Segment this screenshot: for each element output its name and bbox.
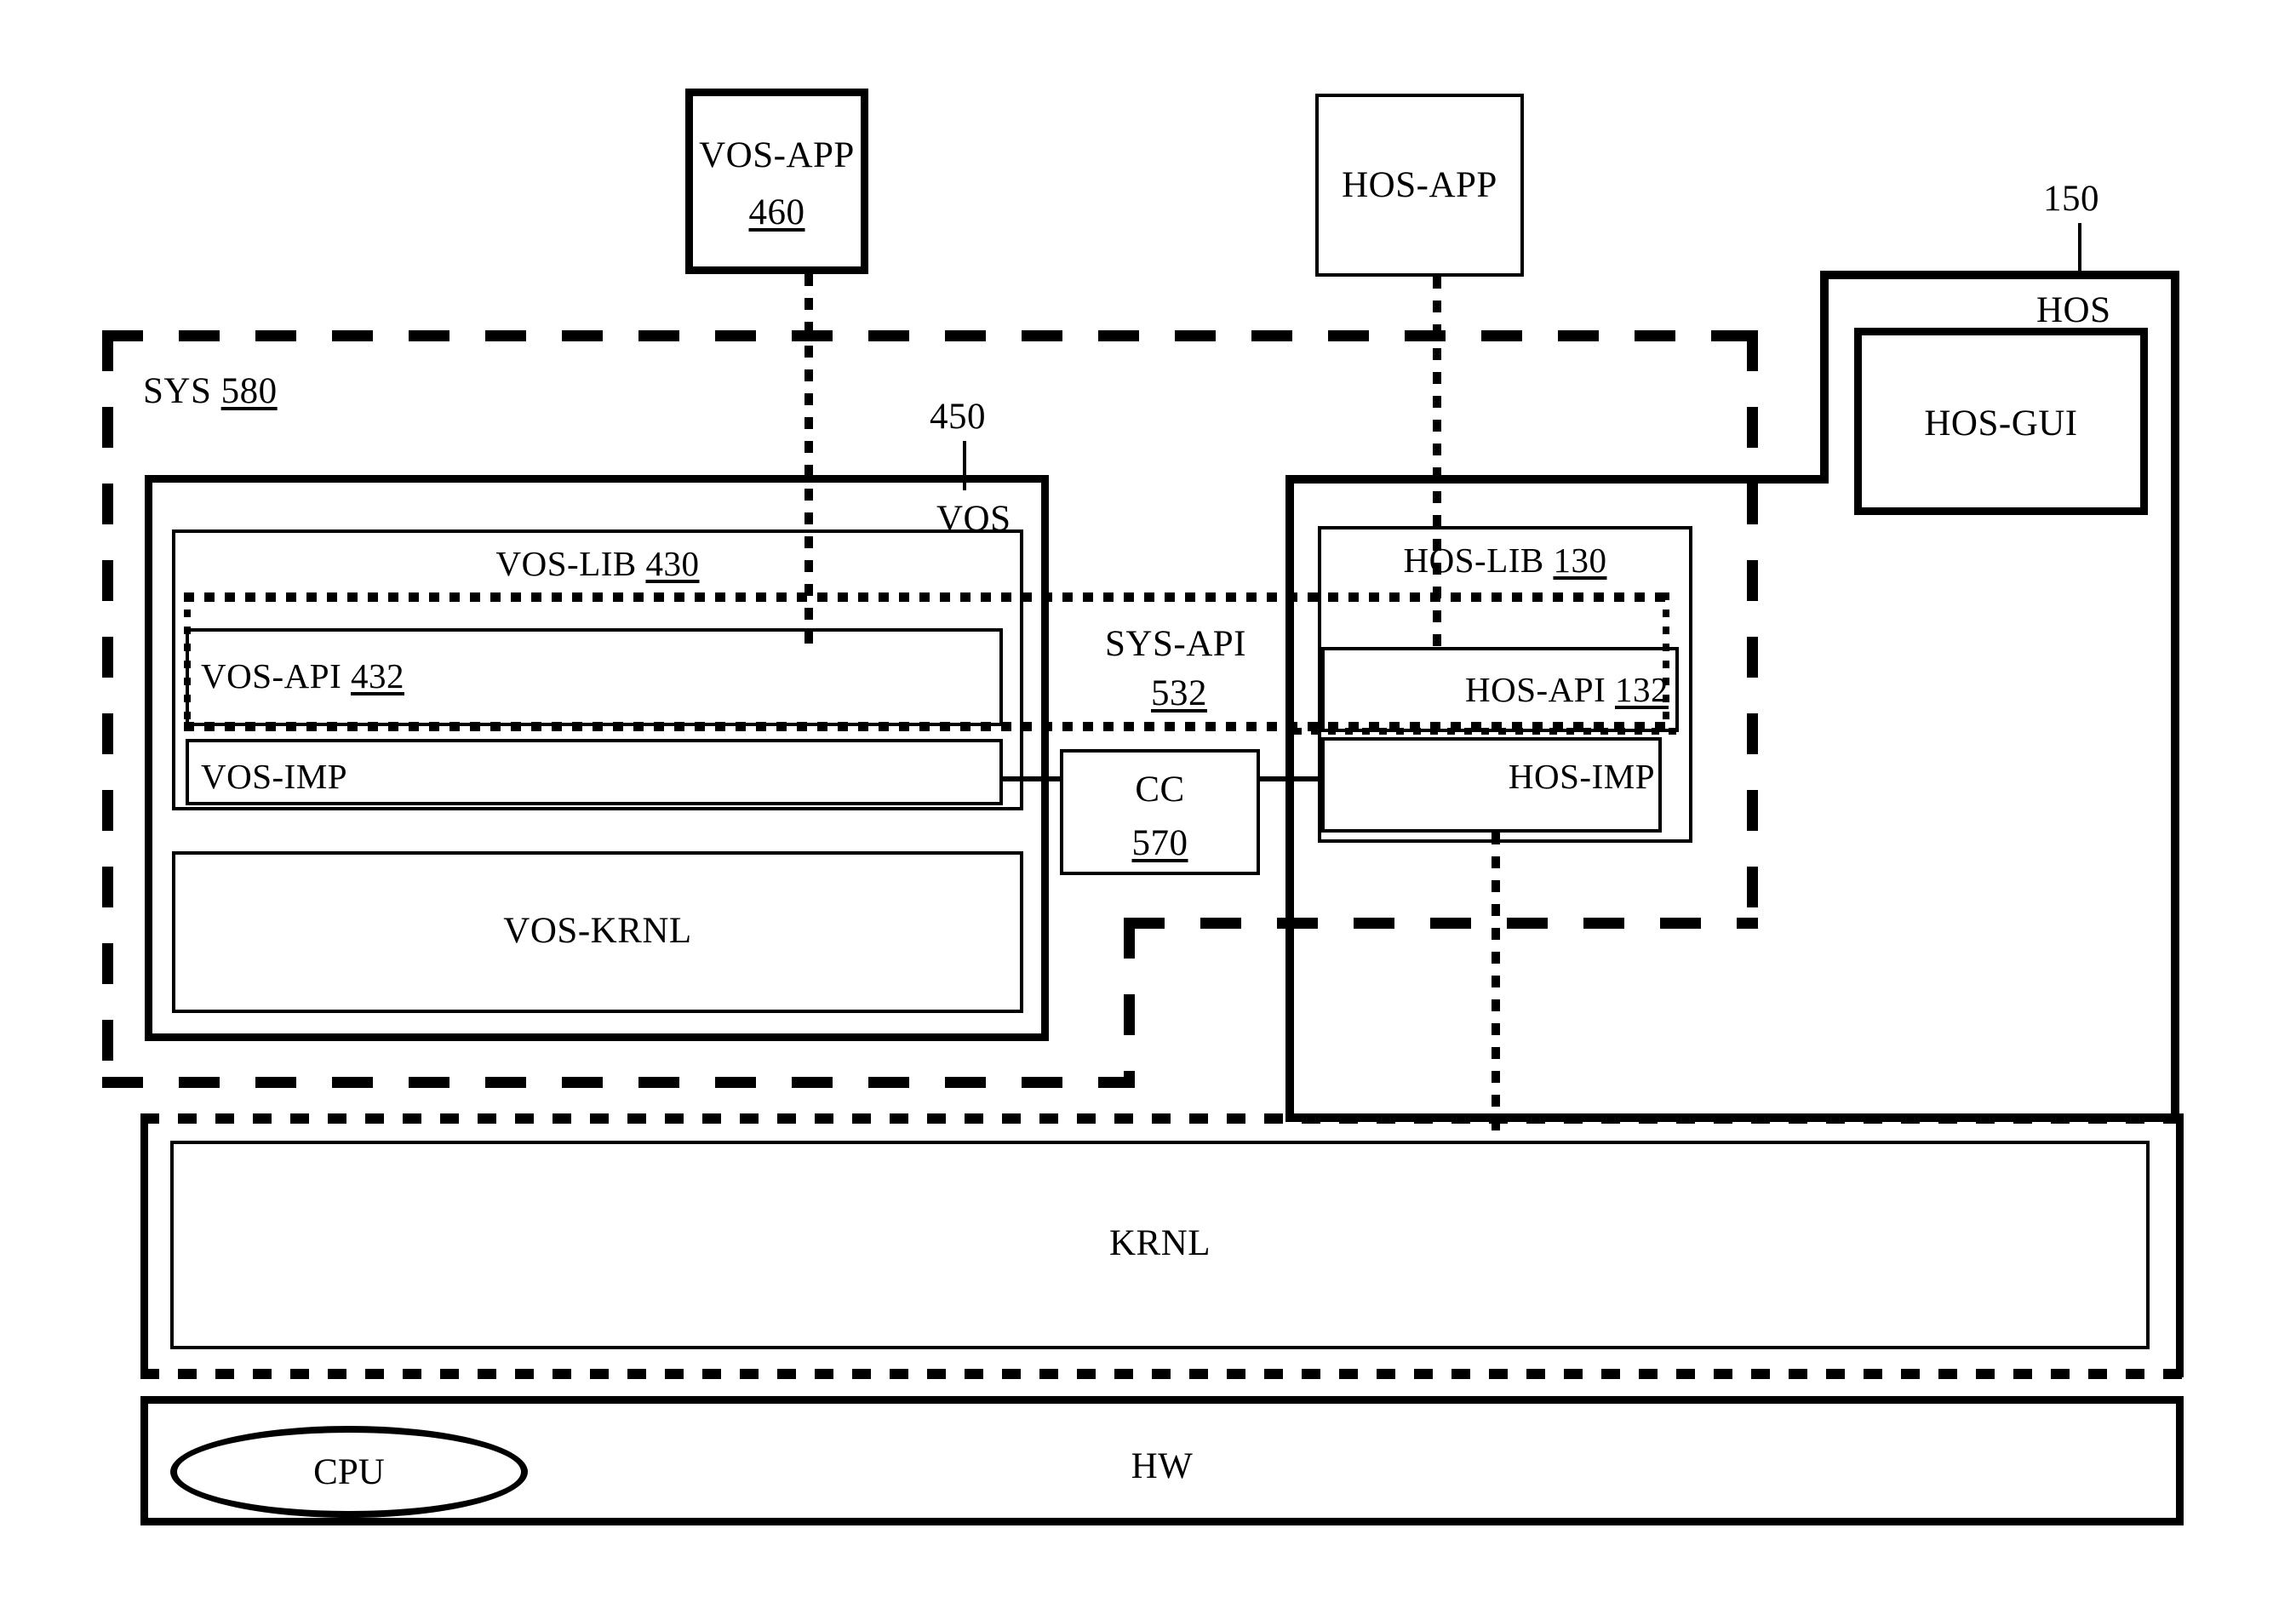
cc-to-hos-imp-connector bbox=[1258, 776, 1318, 781]
hos-outline-right bbox=[2171, 271, 2179, 1122]
vos-imp-label: VOS-IMP bbox=[201, 757, 348, 796]
hos-ref-leader-line bbox=[2078, 223, 2081, 274]
vos-lib-ref: 430 bbox=[645, 544, 700, 583]
hos-label: HOS bbox=[2036, 290, 2111, 330]
vos-lib-label: VOS-LIB 430 bbox=[175, 547, 1020, 581]
vos-api-box: VOS-API 432 bbox=[186, 628, 1003, 726]
hos-outline-left-upper bbox=[1820, 271, 1829, 484]
hos-ref-150: 150 bbox=[2043, 179, 2099, 219]
sys-label: SYS 580 bbox=[143, 373, 278, 409]
hos-api-imp-separator-dotted bbox=[1294, 728, 1677, 735]
sys-boundary-step-vertical bbox=[1124, 918, 1135, 1088]
sys-boundary-bottom bbox=[102, 1077, 1135, 1088]
cc-ref: 570 bbox=[1131, 823, 1188, 863]
hos-gui-box: HOS-GUI bbox=[1854, 328, 2148, 515]
cpu-label: CPU bbox=[313, 1451, 385, 1492]
cc-box: CC 570 bbox=[1060, 749, 1260, 875]
sys-boundary-left bbox=[102, 330, 113, 1088]
hos-api-ref: 132 bbox=[1615, 670, 1669, 709]
vos-api-label: VOS-API 432 bbox=[201, 659, 404, 694]
vos-imp-box: VOS-IMP bbox=[186, 739, 1003, 805]
sys-api-ref: 532 bbox=[1151, 673, 1207, 713]
vos-krnl-box: VOS-KRNL bbox=[172, 851, 1023, 1013]
hos-imp-box: HOS-IMP bbox=[1321, 737, 1662, 833]
hos-lib-label: HOS-LIB 130 bbox=[1321, 543, 1689, 578]
cc-label: CC bbox=[1135, 770, 1185, 810]
hos-outline-top bbox=[1820, 271, 2179, 279]
hos-lib-ref: 130 bbox=[1553, 541, 1607, 580]
sys-api-label: SYS-API bbox=[1105, 624, 1246, 664]
hos-imp-label: HOS-IMP bbox=[1508, 757, 1655, 796]
vos-lib-label-text: VOS-LIB bbox=[495, 544, 637, 583]
hos-api-label-text: HOS-API bbox=[1465, 670, 1606, 709]
hos-outline-left-lower bbox=[1285, 475, 1294, 1122]
cpu-ellipse: CPU bbox=[170, 1426, 528, 1518]
hos-app-label: HOS-APP bbox=[1342, 165, 1497, 205]
hos-lib-label-text: HOS-LIB bbox=[1403, 541, 1544, 580]
krnl-box: KRNL bbox=[170, 1141, 2150, 1349]
vos-app-box: VOS-APP 460 bbox=[685, 89, 868, 274]
vos-app-ref: 460 bbox=[748, 192, 805, 232]
krnl-outer-right bbox=[2176, 1113, 2184, 1377]
sys-label-text: SYS bbox=[143, 371, 212, 411]
sys-boundary-right-upper bbox=[1747, 330, 1758, 922]
sys-boundary-step-horizontal bbox=[1124, 918, 1758, 929]
vos-api-ref: 432 bbox=[351, 656, 404, 695]
krnl-outer-top-dotted bbox=[140, 1113, 2184, 1124]
vos-app-label: VOS-APP bbox=[699, 135, 855, 175]
hos-imp-to-krnl-dotted-line bbox=[1492, 833, 1500, 1139]
sys-ref: 580 bbox=[220, 371, 278, 411]
krnl-label: KRNL bbox=[1108, 1223, 1211, 1263]
krnl-outer-left bbox=[140, 1113, 148, 1377]
hos-app-box: HOS-APP bbox=[1315, 94, 1524, 277]
vos-api-label-text: VOS-API bbox=[201, 656, 342, 695]
sys-boundary-top bbox=[102, 330, 1758, 341]
sys-api-boundary-left bbox=[184, 592, 191, 727]
krnl-outer-bottom-dotted bbox=[140, 1369, 2184, 1379]
vos-krnl-label: VOS-KRNL bbox=[503, 911, 692, 951]
hos-api-label: HOS-API 132 bbox=[1465, 672, 1669, 707]
diagram-canvas: VOS-APP 460 HOS-APP 150 HOS HOS-GUI SYS … bbox=[0, 0, 2296, 1614]
vos-ref-450: 450 bbox=[930, 397, 986, 437]
hos-api-box: HOS-API 132 bbox=[1321, 647, 1679, 732]
vos-imp-to-cc-connector bbox=[1003, 776, 1062, 781]
hos-gui-label: HOS-GUI bbox=[1924, 404, 2078, 444]
